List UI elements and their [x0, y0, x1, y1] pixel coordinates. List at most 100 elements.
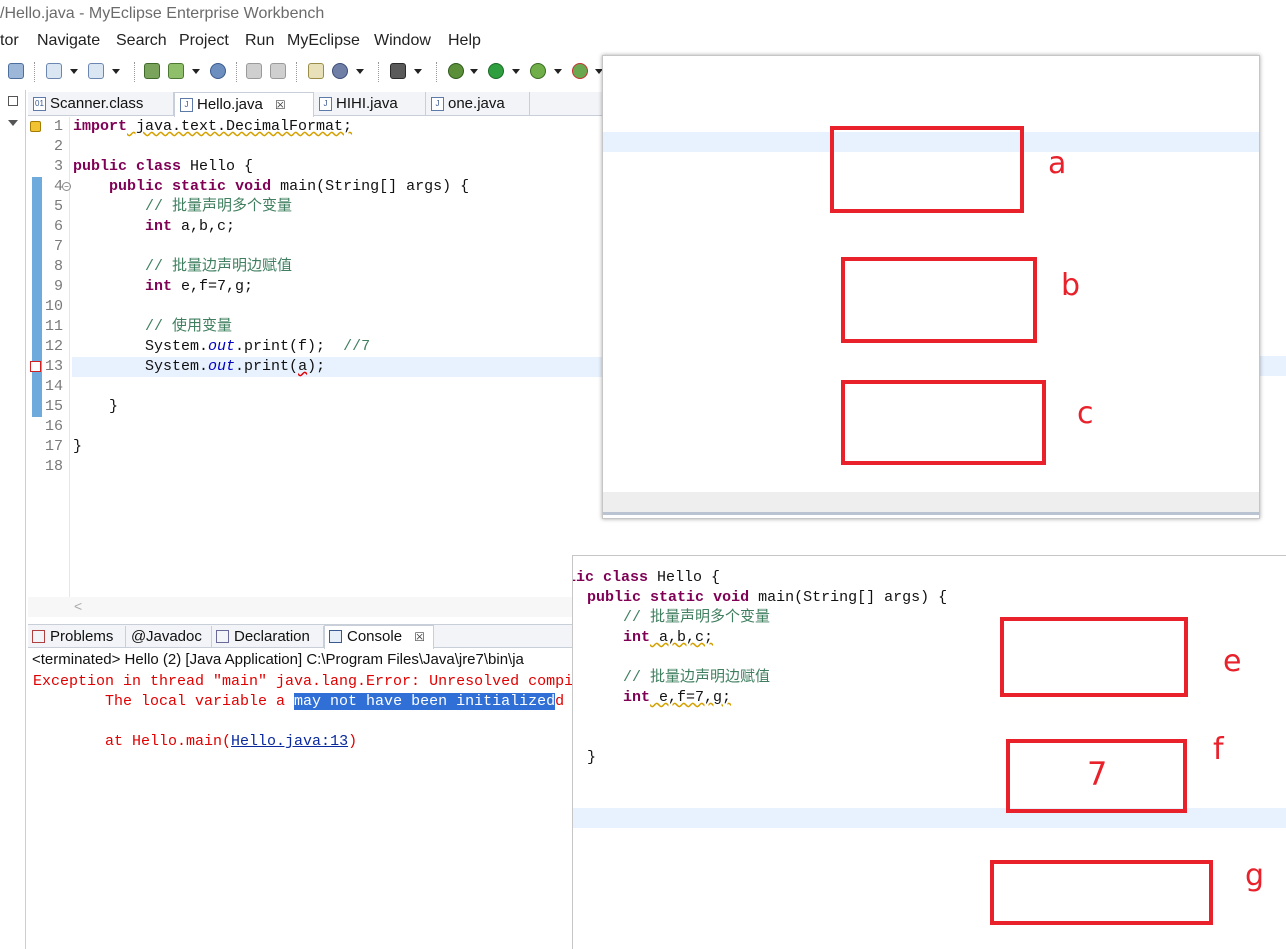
static-field: out: [208, 358, 236, 375]
forward-history-icon[interactable]: [270, 63, 286, 79]
chevron-down-icon[interactable]: [512, 69, 520, 74]
line-number: 6: [53, 218, 63, 235]
tab-declaration[interactable]: Declaration: [212, 626, 324, 648]
scroll-left-icon[interactable]: <: [74, 598, 82, 614]
error-marker-icon[interactable]: [30, 361, 41, 372]
new-wizard-icon[interactable]: [46, 63, 62, 79]
menu-project[interactable]: Project: [179, 32, 229, 50]
open-type-icon[interactable]: [88, 63, 104, 79]
code-line-13: System.out.print(a);: [73, 357, 325, 377]
close-icon[interactable]: ☒: [275, 98, 286, 112]
close-icon[interactable]: ☒: [414, 630, 425, 644]
keyword: public: [73, 158, 128, 175]
deploy-icon[interactable]: [144, 63, 160, 79]
globe-icon[interactable]: [210, 63, 226, 79]
tab-label: one.java: [448, 95, 505, 112]
run-external-tools-icon[interactable]: [530, 63, 546, 79]
toolbar-separator: [236, 62, 237, 82]
java-file-icon: J: [319, 97, 332, 111]
warning-marker-icon[interactable]: [30, 121, 41, 132]
tab-hello-java[interactable]: J Hello.java ☒: [174, 92, 314, 117]
code-editor[interactable]: 1 2 3 4 5 6 7 8 9 10 11 12 13 14 15 16 1…: [28, 117, 602, 617]
menu-run[interactable]: Run: [245, 32, 274, 50]
keyword: static: [650, 589, 705, 606]
code-line: // 批量声明多个变量: [623, 609, 771, 626]
save-all-icon[interactable]: [8, 63, 24, 79]
window-title: /Hello.java - MyEclipse Enterprise Workb…: [0, 5, 325, 22]
code-line-15: }: [73, 398, 119, 415]
server-icon[interactable]: [168, 63, 184, 79]
line-number: 17: [44, 438, 63, 455]
bottom-view-tabs: Problems @ Javadoc Declaration Console ☒: [28, 624, 574, 649]
restore-icon[interactable]: [8, 96, 18, 106]
line-number: 10: [44, 298, 63, 315]
code-text: .print(f);: [235, 338, 344, 355]
code-text: e,f=7,g;: [172, 278, 254, 295]
view-menu-icon[interactable]: [8, 120, 18, 126]
variable-box-b: [841, 257, 1037, 343]
tab-scanner-class[interactable]: 01 Scanner.class: [28, 92, 174, 116]
camera-icon[interactable]: [390, 63, 406, 79]
new-class-icon[interactable]: [308, 63, 324, 79]
stack-trace-link[interactable]: Hello.java:13: [231, 733, 348, 750]
code-text: main(String[] args) {: [271, 178, 470, 195]
declaration-icon: [216, 630, 229, 643]
code-text: .print(: [235, 358, 299, 375]
chevron-down-icon[interactable]: [470, 69, 478, 74]
tab-label: HIHI.java: [336, 95, 398, 112]
code-line: int a,b,c;: [623, 628, 713, 648]
title-bar: /Hello.java - MyEclipse Enterprise Workb…: [0, 0, 1286, 30]
tab-javadoc[interactable]: @ Javadoc: [126, 626, 212, 648]
code-text: java.text.DecimalFormat;: [127, 118, 353, 135]
line-number: 3: [53, 158, 63, 175]
keyword: static: [172, 178, 227, 195]
left-minimized-strip: [0, 90, 26, 949]
tab-label: Javadoc: [146, 628, 202, 645]
tab-label: Problems: [50, 628, 114, 645]
chevron-down-icon[interactable]: [112, 69, 120, 74]
tab-label: Console: [347, 628, 403, 645]
chevron-down-icon[interactable]: [554, 69, 562, 74]
chevron-down-icon[interactable]: [192, 69, 200, 74]
menu-window[interactable]: Window: [374, 32, 431, 50]
code-text: Hello {: [648, 569, 721, 586]
menu-navigate[interactable]: Navigate: [37, 32, 100, 50]
code-text: System.: [73, 358, 209, 375]
console-text: at Hello.main(: [33, 733, 232, 750]
menu-help[interactable]: Help: [448, 32, 481, 50]
chevron-down-icon[interactable]: [70, 69, 78, 74]
keyword: int: [623, 629, 651, 646]
debug-icon[interactable]: [448, 63, 464, 79]
tab-hihi-java[interactable]: J HIHI.java: [314, 92, 426, 116]
toolbar-separator: [436, 62, 437, 82]
web-browser-icon[interactable]: [332, 63, 348, 79]
variable-label-a: a: [1048, 146, 1067, 181]
chevron-down-icon[interactable]: [414, 69, 422, 74]
fold-collapse-icon[interactable]: −: [62, 182, 71, 191]
line-number: 12: [44, 338, 63, 355]
code-text: );: [307, 358, 326, 375]
tab-console[interactable]: Console ☒: [324, 625, 434, 649]
code-line-3: public class Hello {: [73, 157, 253, 177]
menu-search[interactable]: Search: [116, 32, 167, 50]
console-view[interactable]: <terminated> Hello (2) [Java Application…: [28, 649, 574, 949]
tab-problems[interactable]: Problems: [28, 626, 126, 648]
back-history-icon[interactable]: [246, 63, 262, 79]
run-icon[interactable]: [488, 63, 504, 79]
menu-editor[interactable]: tor: [0, 32, 19, 50]
tab-label: Declaration: [234, 628, 310, 645]
chevron-down-icon[interactable]: [356, 69, 364, 74]
coverage-icon[interactable]: [572, 63, 588, 79]
console-icon: [329, 630, 342, 643]
java-file-icon: J: [180, 98, 193, 112]
code-line: public static void main(String[] args) {: [587, 588, 947, 608]
tab-one-java[interactable]: J one.java: [426, 92, 530, 116]
menu-myeclipse[interactable]: MyEclipse: [287, 32, 360, 50]
variable-label-e: e: [1223, 644, 1242, 679]
code-text: e,f=7,g;: [650, 689, 732, 706]
panel-bottom-band: [603, 492, 1259, 512]
problems-icon: [32, 630, 45, 643]
variable-box-e: [1000, 617, 1188, 697]
horizontal-scrollbar[interactable]: <: [28, 597, 573, 617]
